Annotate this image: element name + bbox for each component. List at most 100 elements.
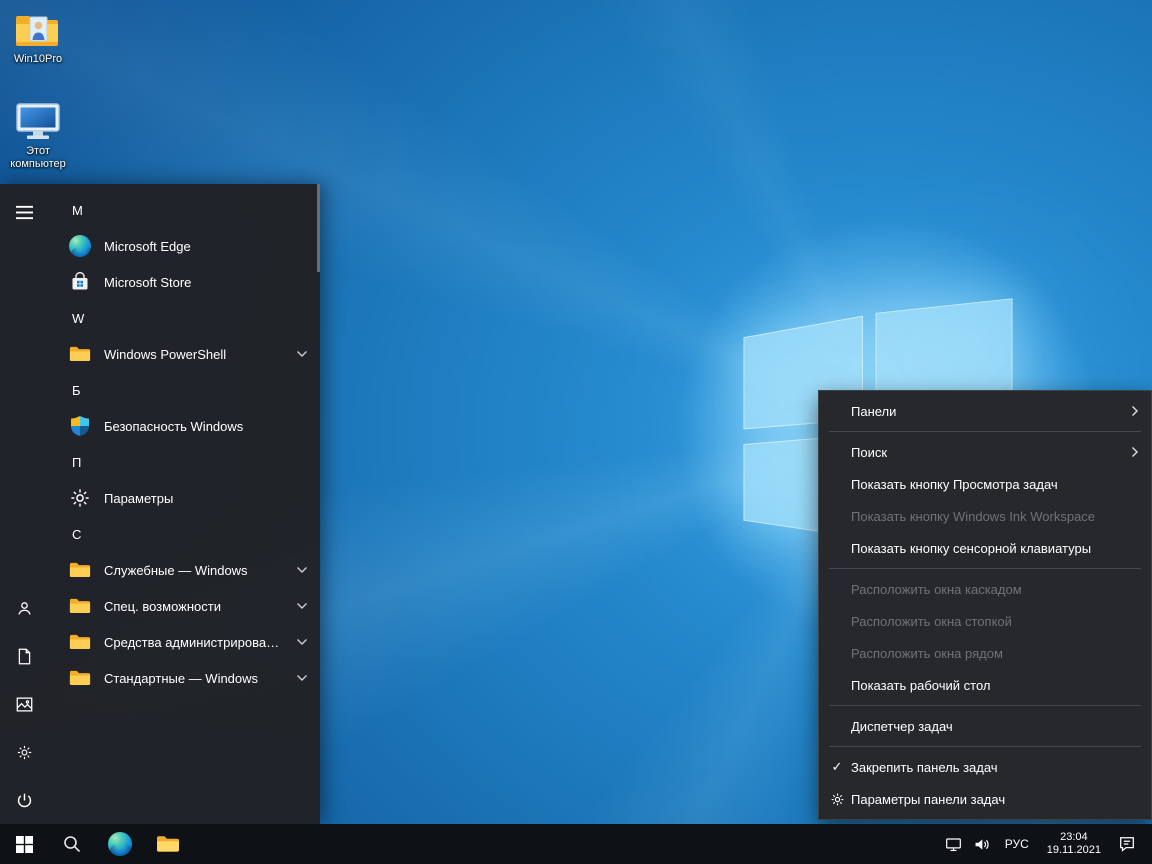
menu-item-label: Диспетчер задач (851, 719, 953, 734)
start-app-microsoft-store[interactable]: Microsoft Store (48, 264, 320, 300)
network-tray-button[interactable] (940, 824, 968, 864)
menu-item-show-desktop[interactable]: Показать рабочий стол (819, 669, 1151, 701)
chevron-down-icon[interactable] (296, 566, 308, 574)
menu-item-cascade-windows: Расположить окна каскадом (819, 573, 1151, 605)
submenu-arrow-icon (1131, 446, 1139, 458)
menu-item-label: Показать кнопку сенсорной клавиатуры (851, 541, 1091, 556)
document-icon (16, 648, 33, 665)
menu-item-taskbar-settings[interactable]: Параметры панели задач (819, 783, 1151, 815)
clock-time: 23:04 (1047, 831, 1101, 844)
app-section-letter[interactable]: М (48, 192, 320, 228)
folder-icon (68, 594, 92, 618)
start-button[interactable] (0, 824, 48, 864)
checkmark-icon: ✓ (827, 759, 847, 775)
section-letter-label: П (72, 455, 81, 470)
app-section-letter[interactable]: С (48, 516, 320, 552)
computer-icon (14, 100, 62, 142)
gear-icon (68, 486, 92, 510)
gear-icon (828, 790, 846, 808)
start-app-settings[interactable]: Параметры (48, 480, 320, 516)
chevron-down-icon[interactable] (296, 638, 308, 646)
shield-icon (68, 414, 92, 438)
search-icon (63, 835, 81, 853)
app-section-letter[interactable]: П (48, 444, 320, 480)
language-indicator[interactable]: РУС (996, 837, 1038, 851)
menu-item-label: Показать рабочий стол (851, 678, 990, 693)
action-center-button[interactable] (1110, 824, 1144, 864)
desktop-icon-this-pc[interactable]: Этот компьютер (0, 100, 76, 171)
taskbar-tray: РУС 23:04 19.11.2021 (940, 824, 1152, 864)
start-folder-windows-system[interactable]: Служебные — Windows (48, 552, 320, 588)
taskbar-edge-button[interactable] (96, 824, 144, 864)
file-explorer-icon (156, 834, 180, 854)
app-section-letter[interactable]: W (48, 300, 320, 336)
power-button[interactable] (0, 776, 48, 824)
app-label: Windows PowerShell (104, 347, 284, 362)
app-label: Безопасность Windows (104, 419, 308, 434)
taskbar: РУС 23:04 19.11.2021 (0, 824, 1152, 864)
start-folder-accessibility[interactable]: Спец. возможности (48, 588, 320, 624)
taskbar-file-explorer-button[interactable] (144, 824, 192, 864)
menu-item-task-manager[interactable]: Диспетчер задач (819, 710, 1151, 742)
chevron-down-icon[interactable] (296, 350, 308, 358)
app-label: Параметры (104, 491, 308, 506)
section-letter-label: С (72, 527, 81, 542)
menu-item-label: Показать кнопку Просмотра задач (851, 477, 1058, 492)
start-folder-accessories[interactable]: Стандартные — Windows (48, 660, 320, 696)
windows-logo-icon (16, 836, 33, 853)
speaker-icon (973, 836, 990, 853)
documents-button[interactable] (0, 632, 48, 680)
start-app-windows-security[interactable]: Безопасность Windows (48, 408, 320, 444)
menu-separator (829, 568, 1141, 569)
menu-item-search[interactable]: Поиск (819, 436, 1151, 468)
taskbar-left (0, 824, 192, 864)
taskbar-context-menu: Панели Поиск Показать кнопку Просмотра з… (818, 390, 1152, 820)
hamburger-icon (16, 204, 33, 221)
app-label: Microsoft Edge (104, 239, 308, 254)
folder-icon (68, 558, 92, 582)
pictures-button[interactable] (0, 680, 48, 728)
start-menu-scrollbar[interactable] (317, 184, 320, 272)
section-letter-label: М (72, 203, 83, 218)
menu-item-side-by-side-windows: Расположить окна рядом (819, 637, 1151, 669)
menu-item-lock-taskbar[interactable]: ✓ Закрепить панель задач (819, 751, 1151, 783)
app-label: Средства администрирования W... (104, 635, 284, 650)
store-icon (68, 270, 92, 294)
start-folder-windows-powershell[interactable]: Windows PowerShell (48, 336, 320, 372)
desktop-icon-win10pro[interactable]: Win10Pro (0, 10, 76, 66)
menu-item-label: Панели (851, 404, 896, 419)
action-center-icon (1118, 835, 1136, 853)
settings-button[interactable] (0, 728, 48, 776)
menu-item-stacked-windows: Расположить окна стопкой (819, 605, 1151, 637)
app-label: Спец. возможности (104, 599, 284, 614)
menu-item-label: Расположить окна рядом (851, 646, 1003, 661)
taskbar-search-button[interactable] (48, 824, 96, 864)
chevron-down-icon[interactable] (296, 602, 308, 610)
menu-item-show-task-view[interactable]: Показать кнопку Просмотра задач (819, 468, 1151, 500)
app-label: Microsoft Store (104, 275, 308, 290)
user-folder-icon (14, 10, 62, 50)
app-label: Стандартные — Windows (104, 671, 284, 686)
start-menu-expand-button[interactable] (0, 188, 48, 236)
menu-item-label: Расположить окна стопкой (851, 614, 1012, 629)
menu-item-label: Расположить окна каскадом (851, 582, 1022, 597)
edge-icon (68, 234, 92, 258)
menu-separator (829, 431, 1141, 432)
start-menu-rail (0, 184, 48, 824)
taskbar-clock[interactable]: 23:04 19.11.2021 (1038, 831, 1110, 857)
start-folder-admin-tools[interactable]: Средства администрирования W... (48, 624, 320, 660)
start-app-microsoft-edge[interactable]: Microsoft Edge (48, 228, 320, 264)
folder-icon (68, 342, 92, 366)
power-icon (16, 792, 33, 809)
volume-tray-button[interactable] (968, 824, 996, 864)
chevron-down-icon[interactable] (296, 674, 308, 682)
app-section-letter[interactable]: Б (48, 372, 320, 408)
menu-item-show-ink-workspace: Показать кнопку Windows Ink Workspace (819, 500, 1151, 532)
clock-date: 19.11.2021 (1047, 844, 1101, 857)
pictures-icon (16, 696, 33, 713)
user-account-button[interactable] (0, 584, 48, 632)
menu-item-show-touch-keyboard[interactable]: Показать кнопку сенсорной клавиатуры (819, 532, 1151, 564)
menu-item-toolbars[interactable]: Панели (819, 395, 1151, 427)
gear-icon (16, 744, 33, 761)
folder-icon (68, 630, 92, 654)
